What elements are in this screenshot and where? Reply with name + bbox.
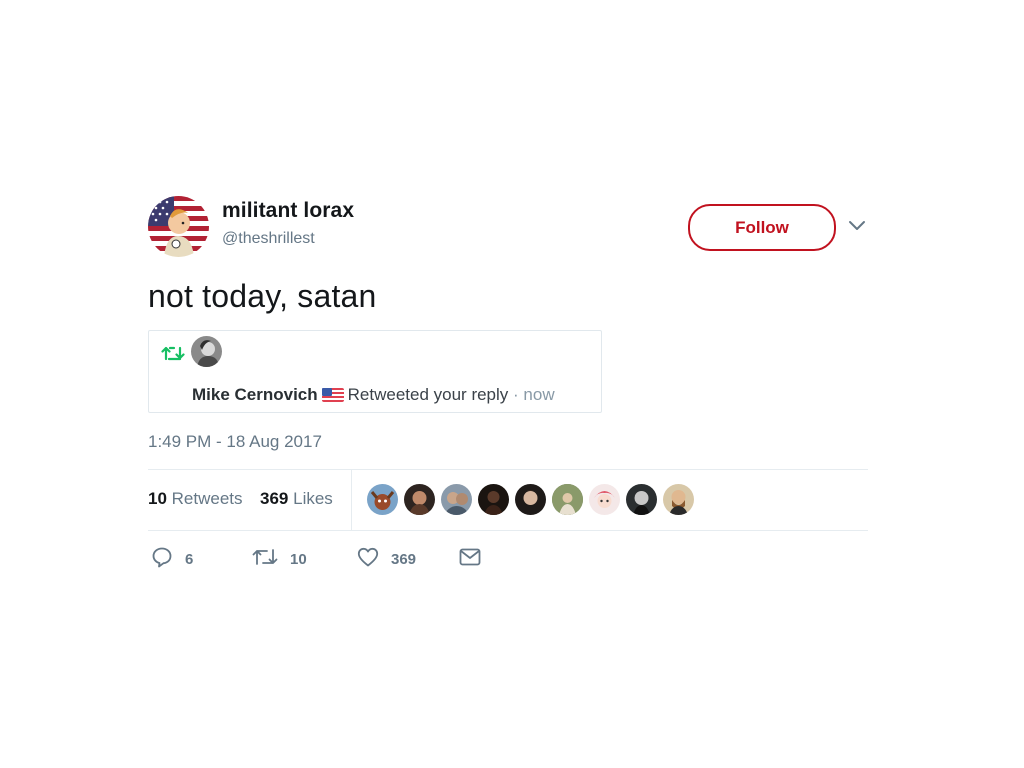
tweet-text: not today, satan	[148, 278, 377, 314]
tweet-timestamp[interactable]: 1:49 PM - 18 Aug 2017	[148, 432, 322, 452]
us-flag-icon	[321, 387, 344, 407]
likes-count: 369	[260, 489, 289, 508]
avatar[interactable]	[515, 484, 546, 515]
notification-action: Retweeted your reply	[347, 385, 509, 404]
like-count: 369	[391, 550, 417, 568]
reply-button[interactable]: 6	[151, 546, 193, 572]
retweet-count: 10	[290, 550, 307, 568]
notification-separator: ·	[508, 385, 524, 404]
avatar[interactable]	[478, 484, 509, 515]
avatar[interactable]	[589, 484, 620, 515]
author-display-name[interactable]: militant lorax	[222, 199, 354, 223]
avatar[interactable]	[626, 484, 657, 515]
retweets-label: Retweets	[171, 489, 243, 508]
tweet-header: militant lorax @theshrillest Follow	[148, 196, 868, 258]
follow-button[interactable]: Follow	[688, 204, 836, 251]
retweet-button[interactable]: 10	[252, 546, 307, 572]
heart-icon	[357, 547, 379, 572]
avatar[interactable]	[367, 484, 398, 515]
avatar[interactable]	[404, 484, 435, 515]
avatar	[191, 336, 222, 367]
likes-stat[interactable]: 369 Likes	[260, 489, 333, 509]
likes-label: Likes	[293, 489, 333, 508]
tweet: militant lorax @theshrillest Follow not …	[148, 196, 868, 568]
notification-time: now	[523, 385, 555, 404]
avatar[interactable]	[148, 196, 209, 257]
retweet-icon	[161, 345, 185, 366]
notification-user-name: Mike Cernovich	[192, 385, 318, 404]
reply-icon	[151, 546, 173, 573]
retweets-stat[interactable]: 10 Retweets	[148, 489, 243, 509]
chevron-down-icon[interactable]	[848, 218, 866, 232]
embedded-screenshot: Mike Cernovich Retweeted your reply · no…	[148, 330, 602, 413]
retweet-icon	[252, 547, 278, 572]
divider	[351, 470, 352, 530]
reply-count: 6	[185, 550, 194, 568]
author-handle[interactable]: @theshrillest	[222, 230, 315, 248]
envelope-icon	[459, 548, 481, 571]
avatar[interactable]	[552, 484, 583, 515]
tweet-actions: 6 10 369	[148, 546, 868, 576]
retweets-count: 10	[148, 489, 167, 508]
notification-line: Mike Cernovich Retweeted your reply · no…	[192, 385, 555, 407]
direct-message-button[interactable]	[459, 546, 481, 572]
avatar[interactable]	[441, 484, 472, 515]
avatar[interactable]	[663, 484, 694, 515]
like-button[interactable]: 369	[357, 546, 416, 572]
tweet-stats: 10 Retweets 369 Likes	[148, 469, 868, 531]
